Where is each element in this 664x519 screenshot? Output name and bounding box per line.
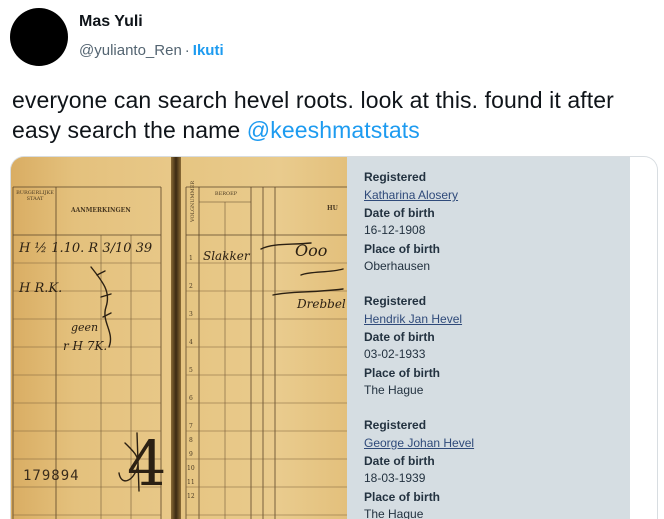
row-number: 6 bbox=[189, 395, 193, 402]
pob-value: The Hague bbox=[364, 382, 424, 397]
dob-value: 16-12-1908 bbox=[364, 223, 426, 237]
row-number: 2 bbox=[189, 283, 193, 290]
dob-value: 03-02-1933 bbox=[364, 347, 426, 361]
separator: · bbox=[184, 42, 190, 59]
tweet-text: everyone can search hevel roots. look at… bbox=[12, 85, 658, 145]
handwriting-line: H ½ 1.10. R 3/10 39 bbox=[19, 241, 153, 256]
handwriting-right: Ooo bbox=[295, 241, 328, 260]
row-number: 12 bbox=[187, 493, 195, 500]
mention-link[interactable]: @keeshmatstats bbox=[247, 117, 420, 143]
author-handle-row: @yulianto_Ren · Ikuti bbox=[79, 42, 224, 59]
pob-label: Place of birth bbox=[364, 489, 441, 504]
row-number: 7 bbox=[189, 423, 193, 430]
pob-value: Oberhausen bbox=[364, 258, 431, 273]
big-handwritten-mark: 4 bbox=[127, 427, 167, 500]
row-number: 1 bbox=[189, 255, 193, 262]
col-hu: HU bbox=[327, 205, 338, 212]
registered-label: Registered bbox=[364, 170, 427, 184]
registry-number: 179894 bbox=[23, 468, 80, 484]
handwriting-line: geen bbox=[71, 321, 99, 334]
dob-label: Date of birth bbox=[364, 454, 435, 468]
record: Registered George Johan Hevel Date of bi… bbox=[364, 416, 624, 519]
col-aanmerkingen: AANMERKINGEN bbox=[71, 207, 131, 214]
author-handle[interactable]: @yulianto_Ren bbox=[79, 42, 182, 59]
handwriting-line: H R.K. bbox=[19, 281, 63, 296]
row-number: 8 bbox=[189, 437, 193, 444]
registered-label: Registered bbox=[364, 418, 427, 432]
pob-value: The Hague bbox=[364, 506, 424, 519]
pob-label: Place of birth bbox=[364, 241, 441, 256]
row-number: 4 bbox=[189, 339, 193, 346]
handwriting-right: Slakker bbox=[203, 249, 250, 263]
row-number: 5 bbox=[189, 367, 193, 374]
person-name-link[interactable]: Hendrik Jan Hevel bbox=[364, 310, 624, 328]
avatar[interactable] bbox=[10, 8, 68, 66]
row-number: 9 bbox=[189, 451, 193, 458]
dob-label: Date of birth bbox=[364, 206, 435, 220]
scanned-registry-card: BURGERLIJKE STAAT AANMERKINGEN VOLGNUMME… bbox=[11, 157, 347, 519]
handwriting-line: r H 7K. bbox=[63, 339, 108, 353]
follow-button[interactable]: Ikuti bbox=[193, 42, 224, 59]
card-grid-lines bbox=[12, 186, 347, 519]
registry-panel: Registered Katharina Alosery Date of bir… bbox=[347, 157, 657, 519]
person-name-link[interactable]: Katharina Alosery bbox=[364, 186, 624, 204]
record: Registered Hendrik Jan Hevel Date of bir… bbox=[364, 292, 624, 399]
person-name-link[interactable]: George Johan Hevel bbox=[364, 434, 624, 452]
handwriting-right: Drebbel bbox=[297, 297, 346, 311]
author-name[interactable]: Mas Yuli bbox=[79, 13, 143, 31]
col-beroep: BEROEP bbox=[214, 191, 238, 197]
registered-label: Registered bbox=[364, 294, 427, 308]
pob-label: Place of birth bbox=[364, 365, 441, 380]
record: Registered Katharina Alosery Date of bir… bbox=[364, 168, 624, 275]
dob-value: 18-03-1939 bbox=[364, 471, 426, 485]
col-burgerlijke-staat: BURGERLIJKE STAAT bbox=[16, 190, 54, 202]
row-number: 10 bbox=[187, 465, 195, 472]
panel-edge bbox=[630, 157, 657, 519]
dob-label: Date of birth bbox=[364, 330, 435, 344]
row-number: 3 bbox=[189, 311, 193, 318]
col-volgnummer: VOLGNUMMER bbox=[190, 180, 196, 222]
row-number: 11 bbox=[187, 479, 195, 486]
tweet-media[interactable]: BURGERLIJKE STAAT AANMERKINGEN VOLGNUMME… bbox=[10, 156, 658, 519]
